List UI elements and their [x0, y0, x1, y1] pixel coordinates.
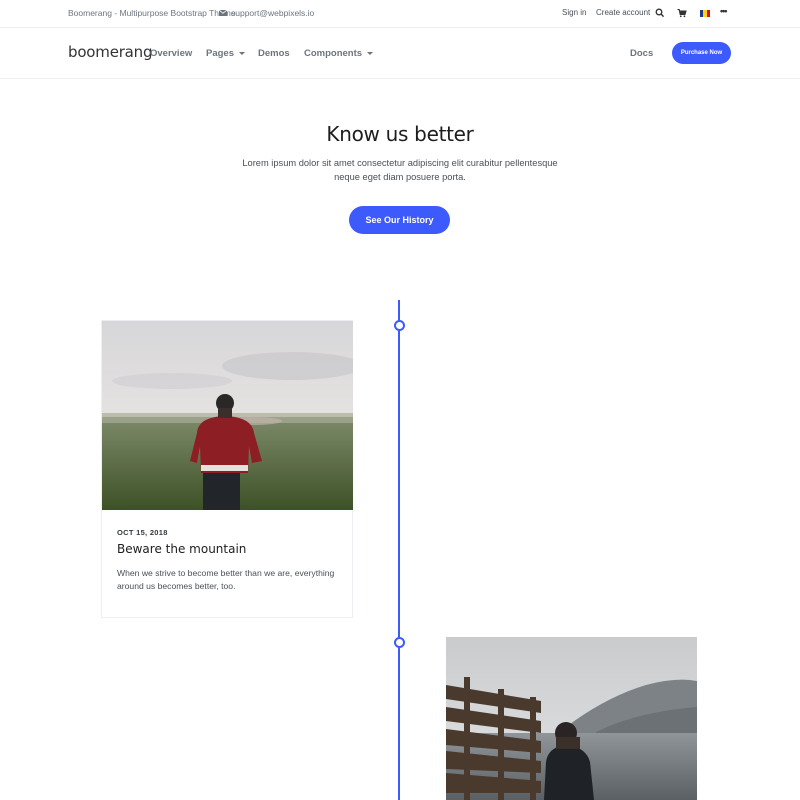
nav-item-label: Demos [258, 48, 290, 59]
main-navbar: boomerang Overview Pages Demos Component… [0, 28, 800, 79]
chevron-down-icon [239, 52, 245, 55]
timeline-image-man-by-lake [446, 637, 697, 800]
timeline-node [393, 636, 405, 648]
card-image-man-in-field [102, 321, 353, 510]
flag-icon[interactable] [700, 10, 710, 17]
search-icon[interactable] [655, 8, 665, 18]
timeline-line [398, 300, 400, 800]
site-title: Boomerang - Multipurpose Bootstrap Theme [68, 8, 236, 18]
nav-item-docs[interactable]: Docs [630, 48, 653, 59]
nav-item-label: Overview [150, 48, 193, 59]
nav-item-pages[interactable]: Pages [206, 48, 245, 59]
brand-logo[interactable]: boomerang [68, 43, 153, 61]
more-icon[interactable]: ••• [720, 6, 728, 16]
create-account-link[interactable]: Create account [596, 8, 650, 17]
nav-item-demos[interactable]: Demos [258, 48, 290, 59]
see-our-history-button[interactable]: See Our History [349, 206, 450, 234]
nav-item-label: Pages [206, 48, 234, 59]
timeline-card: OCT 15, 2018 Beware the mountain When we… [101, 320, 353, 618]
hero-title: Know us better [326, 122, 474, 146]
timeline-node [393, 319, 405, 331]
purchase-now-button[interactable]: Purchase Now [672, 42, 731, 64]
support-email[interactable]: support@webpixels.io [231, 8, 314, 18]
sign-in-link[interactable]: Sign in [562, 8, 586, 17]
nav-item-label: Components [304, 48, 363, 59]
hero-description: Lorem ipsum dolor sit amet consectetur a… [242, 158, 558, 182]
mail-icon [219, 10, 227, 16]
card-title[interactable]: Beware the mountain [117, 542, 246, 556]
nav-item-overview[interactable]: Overview [150, 48, 192, 59]
support-email-link[interactable]: support@webpixels.io [219, 8, 314, 18]
card-text: When we strive to become better than we … [117, 568, 335, 591]
top-bar: Boomerang - Multipurpose Bootstrap Theme… [0, 0, 800, 28]
chevron-down-icon [367, 52, 374, 55]
cart-icon[interactable] [677, 8, 687, 18]
card-date: OCT 15, 2018 [117, 528, 168, 537]
nav-item-components[interactable]: Components [304, 48, 374, 59]
